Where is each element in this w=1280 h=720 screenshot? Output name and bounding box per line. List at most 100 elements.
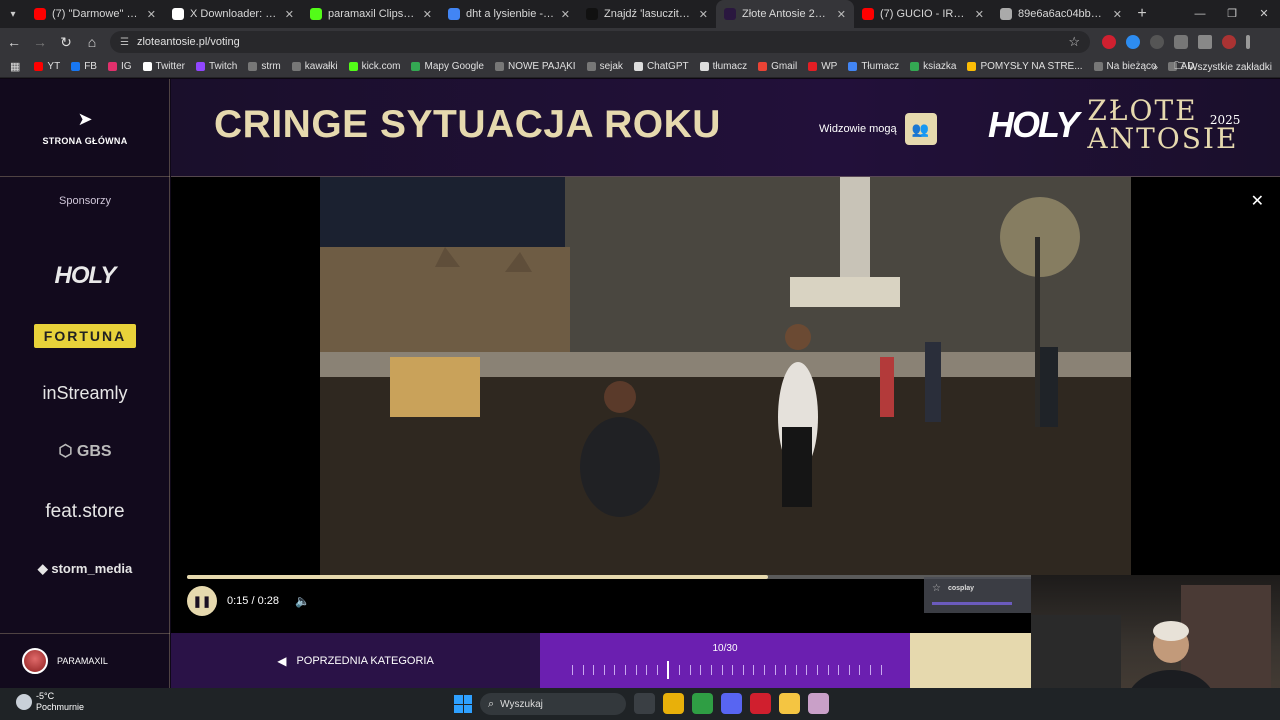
restore-icon[interactable]: ❐ — [1216, 0, 1248, 28]
streamlabs-app-icon[interactable] — [808, 693, 829, 714]
bookmark-item[interactable]: FB — [71, 61, 97, 72]
brave-app-icon[interactable] — [692, 693, 713, 714]
browser-tab[interactable]: dht a lysienbie - Szukaj w ✕ — [440, 0, 578, 28]
tab-search-icon[interactable]: ▾ — [0, 0, 26, 28]
sponsor-stormmedia-logo[interactable]: ◆ storm_media — [0, 561, 170, 577]
url-bar[interactable]: ☰ zloteantosie.pl/voting ☆ — [110, 31, 1090, 53]
bookmark-item[interactable]: Twitter — [142, 61, 185, 72]
pager-tick[interactable] — [732, 665, 734, 675]
next-category-button[interactable] — [910, 633, 1031, 688]
video-player[interactable]: ✕ ❚❚ 0:15 / 0:28 🔈 — [171, 177, 1280, 633]
pager-ticks[interactable] — [572, 661, 882, 679]
pager-tick[interactable] — [753, 665, 755, 675]
pager-tick[interactable] — [572, 665, 573, 675]
all-bookmarks[interactable]: » 🗀 Wszystkie zakładki — [1153, 56, 1272, 78]
bookmark-item[interactable]: ChatGPT — [633, 61, 689, 72]
reload-icon[interactable]: ↻ — [54, 34, 78, 51]
minimize-icon[interactable]: — — [1184, 0, 1216, 28]
browser-tab[interactable]: X Downloader: Free Twitter ✕ — [164, 0, 302, 28]
tab-close-icon[interactable]: ✕ — [1113, 8, 1122, 21]
pager-tick[interactable] — [700, 665, 702, 675]
chrome-app-icon[interactable] — [663, 693, 684, 714]
opera-app-icon[interactable] — [750, 693, 771, 714]
pager-tick[interactable] — [689, 665, 691, 675]
tab-close-icon[interactable]: ✕ — [699, 8, 708, 21]
pager-tick[interactable] — [838, 665, 840, 675]
menu-dots-icon[interactable] — [1246, 35, 1250, 49]
pager-tick[interactable] — [795, 665, 797, 675]
puzzle-extensions-icon[interactable] — [1174, 35, 1188, 49]
pager-tick[interactable] — [817, 665, 819, 675]
back-icon[interactable]: ← — [2, 34, 26, 50]
tab-close-icon[interactable]: ✕ — [975, 8, 984, 21]
bookmarks-overflow-icon[interactable]: » — [1153, 62, 1159, 73]
discord-app-icon[interactable] — [721, 693, 742, 714]
browser-tab[interactable]: 89e6a6ac04bb60a51f06b ✕ — [992, 0, 1130, 28]
media-control-icon[interactable] — [1198, 35, 1212, 49]
profile-avatar-icon[interactable] — [1222, 35, 1236, 49]
pager-tick[interactable] — [859, 665, 861, 675]
tab-close-icon[interactable]: ✕ — [423, 8, 432, 21]
browser-tab[interactable]: Złote Antosie 2025 - ✕ — [716, 0, 854, 28]
site-info-icon[interactable]: ☰ — [120, 37, 129, 48]
pager-tick[interactable] — [646, 665, 648, 675]
tab-close-icon[interactable]: ✕ — [285, 8, 294, 21]
sponsor-featstore-logo[interactable]: feat.store — [0, 501, 170, 523]
bookmark-item[interactable]: IG — [107, 61, 132, 72]
bookmark-item[interactable]: kick.com — [348, 61, 400, 72]
pager-tick[interactable] — [774, 665, 776, 675]
bookmark-item[interactable]: Twitch — [195, 61, 237, 72]
previous-category-button[interactable]: ◀ POPRZEDNIA KATEGORIA — [171, 633, 540, 688]
home-button[interactable]: ➤ STRONA GŁÓWNA — [0, 79, 170, 177]
record-extension-icon[interactable] — [1102, 35, 1116, 49]
close-window-icon[interactable]: ✕ — [1248, 0, 1280, 28]
bookmark-item[interactable]: sejak — [586, 61, 623, 72]
explorer-app-icon[interactable] — [779, 693, 800, 714]
ai-extension-icon[interactable] — [1126, 35, 1140, 49]
pager-tick[interactable] — [614, 665, 616, 675]
bookmark-item[interactable]: ksiazka — [910, 61, 956, 72]
bookmark-item[interactable]: YT — [34, 61, 60, 72]
bookmark-star-icon[interactable]: ☆ — [1068, 34, 1080, 50]
new-tab-button[interactable]: + — [1130, 5, 1154, 23]
pager-tick[interactable] — [667, 661, 670, 679]
pager-tick[interactable] — [870, 665, 872, 675]
pager-tick[interactable] — [763, 665, 765, 675]
bookmark-item[interactable]: kawałki — [291, 61, 338, 72]
extension-icon[interactable] — [1150, 35, 1164, 49]
windows-start-icon[interactable] — [454, 695, 472, 713]
pager-tick[interactable] — [827, 665, 829, 675]
pager-tick[interactable] — [806, 665, 808, 675]
forward-icon[interactable]: → — [28, 34, 52, 50]
browser-tab[interactable]: paramaxil Clips - Watch L ✕ — [302, 0, 440, 28]
pager-tick[interactable] — [785, 665, 787, 675]
pager-tick[interactable] — [721, 665, 723, 675]
pager-tick[interactable] — [710, 665, 712, 675]
bookmark-item[interactable]: Gmail — [758, 61, 797, 72]
pager-tick[interactable] — [880, 665, 882, 675]
pause-button[interactable]: ❚❚ — [187, 586, 217, 616]
bookmark-item[interactable]: Na bieżąco — [1093, 61, 1157, 72]
users-group-icon[interactable]: 👥 — [904, 113, 937, 145]
pager-tick[interactable] — [603, 665, 605, 675]
video-frame[interactable] — [320, 177, 1131, 575]
bookmark-item[interactable]: Tłumacz — [848, 61, 899, 72]
widgets-app-icon[interactable] — [634, 693, 655, 714]
browser-tab[interactable]: (7) "Darmowe" domy w JA ✕ — [26, 0, 164, 28]
sponsor-gbs-logo[interactable]: ⬡ GBS — [0, 441, 170, 461]
tab-close-icon[interactable]: ✕ — [837, 8, 846, 21]
weather-widget[interactable]: -5°C Pochmurnie — [16, 691, 84, 713]
user-profile[interactable]: PARAMAXIL — [0, 633, 170, 688]
bookmark-item[interactable]: strm — [248, 61, 281, 72]
pager-tick[interactable] — [582, 665, 584, 675]
bookmark-item[interactable]: tłumacz — [699, 61, 747, 72]
sponsor-fortuna-logo[interactable]: FORTUNA — [0, 324, 170, 348]
bookmark-item[interactable]: POMYSŁY NA STRE... — [967, 61, 1083, 72]
apps-grid-icon[interactable]: ▦ — [10, 60, 20, 73]
pager-tick[interactable] — [625, 665, 627, 675]
pager-tick[interactable] — [656, 665, 658, 675]
pager-tick[interactable] — [848, 665, 850, 675]
browser-tab[interactable]: Znajdź 'lasuczita' na TikTo ✕ — [578, 0, 716, 28]
taskbar-search[interactable]: ⌕ Wyszukaj — [480, 693, 626, 715]
sponsor-holy-logo[interactable]: HOLY — [0, 262, 170, 290]
